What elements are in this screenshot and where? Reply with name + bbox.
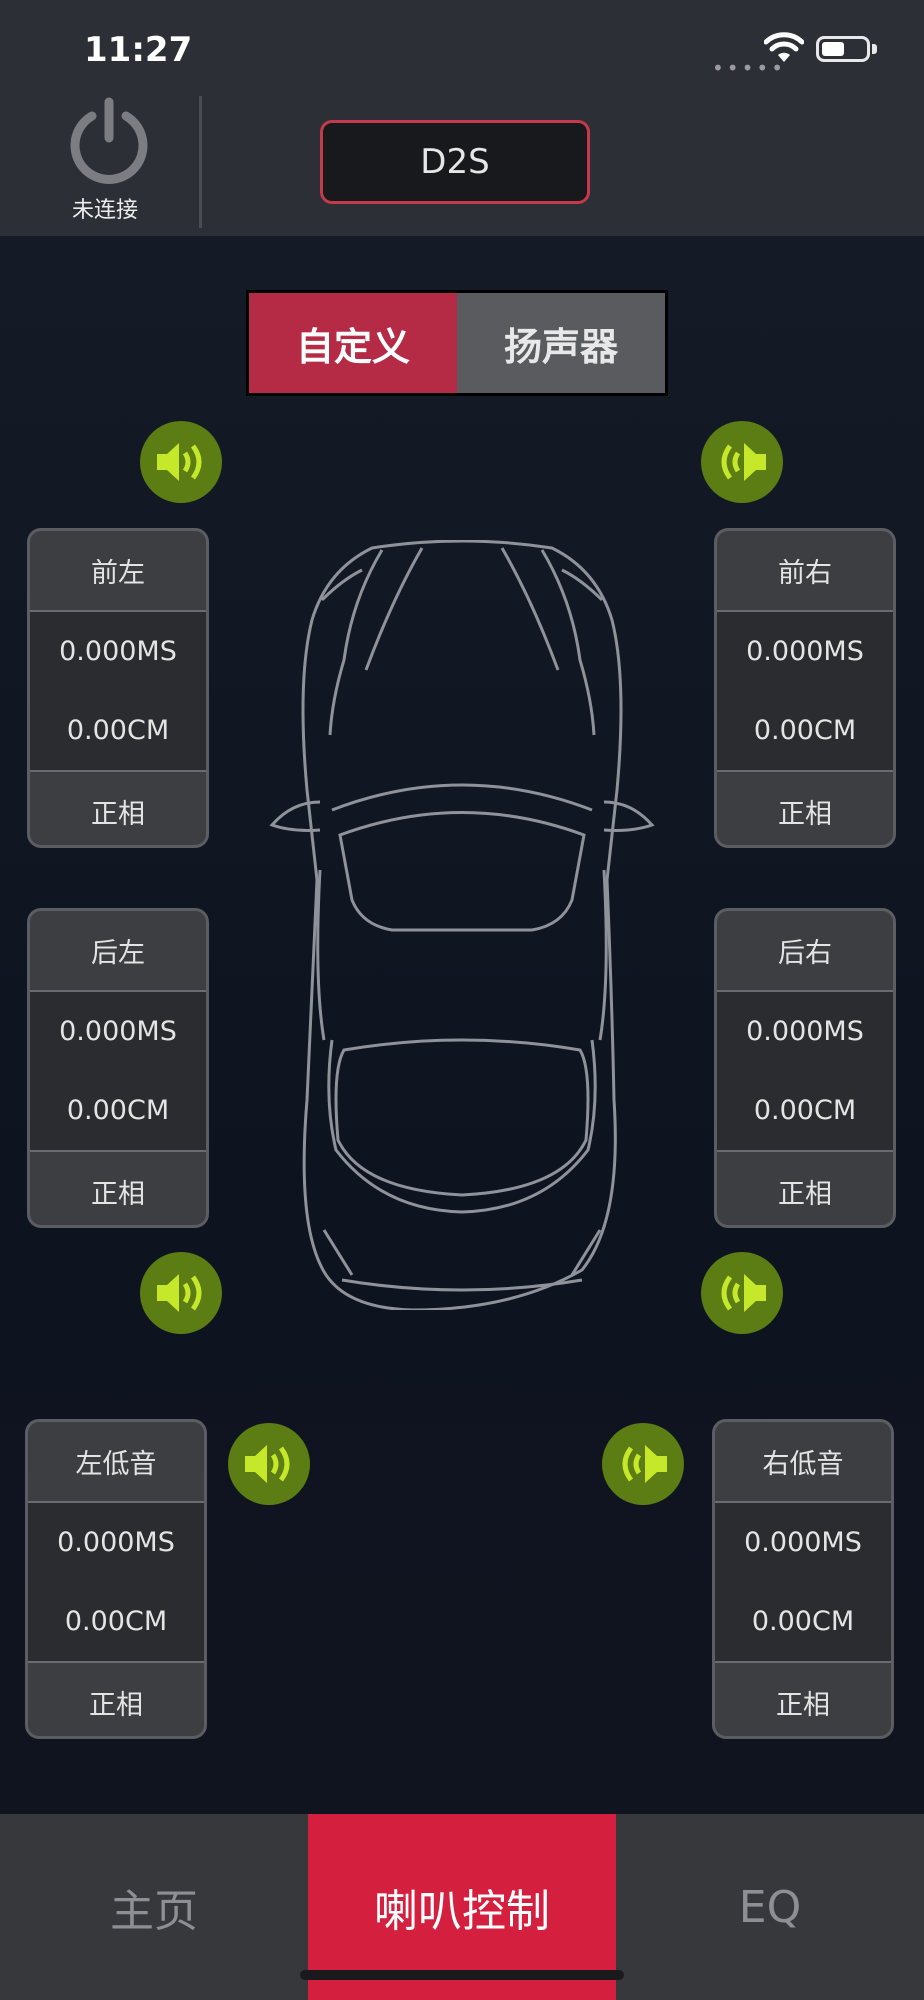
- channel-name: 左低音: [28, 1422, 204, 1503]
- channel-card-rear-left: 后左 0.000MS 0.00CM 正相: [27, 908, 209, 1228]
- channel-name: 前左: [30, 531, 206, 612]
- battery-nub: [872, 44, 877, 54]
- distance-value[interactable]: 0.00CM: [717, 691, 893, 772]
- channel-name: 后左: [30, 911, 206, 992]
- speaker-icon: [721, 1274, 766, 1312]
- channel-card-sub-left: 左低音 0.000MS 0.00CM 正相: [25, 1419, 207, 1739]
- distance-value[interactable]: 0.00CM: [30, 691, 206, 772]
- speaker-icon-front-right[interactable]: [701, 421, 783, 503]
- channel-card-front-right: 前右 0.000MS 0.00CM 正相: [714, 528, 896, 848]
- speaker-icon-sub-right[interactable]: [602, 1423, 684, 1505]
- phase-toggle[interactable]: 正相: [717, 1152, 893, 1225]
- phase-toggle[interactable]: 正相: [30, 1152, 206, 1225]
- speaker-icon: [721, 443, 766, 481]
- delay-value[interactable]: 0.000MS: [30, 612, 206, 691]
- phase-toggle[interactable]: 正相: [28, 1663, 204, 1736]
- battery-icon: [816, 36, 870, 62]
- speaker-icon: [622, 1445, 667, 1483]
- channel-name: 右低音: [715, 1422, 891, 1503]
- distance-value[interactable]: 0.00CM: [28, 1582, 204, 1663]
- channel-name: 后右: [717, 911, 893, 992]
- distance-value[interactable]: 0.00CM: [30, 1071, 206, 1152]
- home-indicator: [300, 1970, 624, 1980]
- power-icon[interactable]: [64, 96, 154, 186]
- speaker-icon-rear-left[interactable]: [140, 1252, 222, 1334]
- segment-custom[interactable]: 自定义: [249, 293, 457, 393]
- delay-value[interactable]: 0.000MS: [717, 612, 893, 691]
- delay-value[interactable]: 0.000MS: [715, 1503, 891, 1582]
- speaker-icon-front-left[interactable]: [140, 421, 222, 503]
- speaker-icon-rear-right[interactable]: [701, 1252, 783, 1334]
- wifi-icon: [764, 32, 804, 62]
- channel-name: 前右: [717, 531, 893, 612]
- delay-value[interactable]: 0.000MS: [717, 992, 893, 1071]
- speaker-icon: [245, 1445, 290, 1483]
- tab-eq[interactable]: EQ: [616, 1814, 924, 2000]
- delay-value[interactable]: 0.000MS: [30, 992, 206, 1071]
- phase-toggle[interactable]: 正相: [717, 772, 893, 845]
- distance-value[interactable]: 0.00CM: [717, 1071, 893, 1152]
- speaker-icon: [157, 443, 202, 481]
- speaker-icon: [157, 1274, 202, 1312]
- channel-card-front-left: 前左 0.000MS 0.00CM 正相: [27, 528, 209, 848]
- connection-status: 未连接: [71, 198, 138, 223]
- delay-value[interactable]: 0.000MS: [28, 1503, 204, 1582]
- speaker-icon-sub-left[interactable]: [228, 1423, 310, 1505]
- channel-card-sub-right: 右低音 0.000MS 0.00CM 正相: [712, 1419, 894, 1739]
- phase-toggle[interactable]: 正相: [30, 772, 206, 845]
- car-top-view: [269, 540, 655, 1310]
- phase-toggle[interactable]: 正相: [715, 1663, 891, 1736]
- device-select-button[interactable]: D2S: [320, 120, 590, 204]
- tab-home[interactable]: 主页: [0, 1814, 308, 2000]
- channel-card-rear-right: 后右 0.000MS 0.00CM 正相: [714, 908, 896, 1228]
- distance-value[interactable]: 0.00CM: [715, 1582, 891, 1663]
- mode-segmented-control[interactable]: 自定义 扬声器: [246, 290, 668, 396]
- segment-speaker[interactable]: 扬声器: [457, 293, 665, 393]
- status-time: 11:27: [84, 30, 193, 70]
- header-divider: [199, 96, 202, 228]
